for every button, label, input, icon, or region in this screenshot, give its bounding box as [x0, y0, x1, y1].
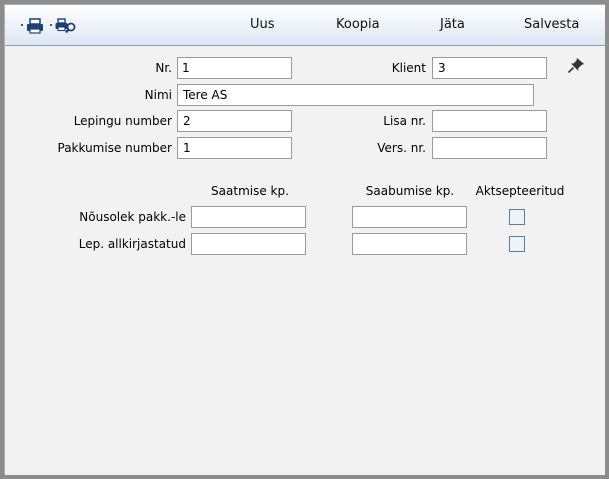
- contract-number-label: Lepingu number: [73, 114, 172, 128]
- sent-date-header: Saatmise kp.: [211, 184, 289, 198]
- accepted-header: Aktsepteeritud: [475, 184, 565, 198]
- extra-nr-field[interactable]: [432, 110, 547, 132]
- printer-icon[interactable]: [26, 18, 44, 37]
- offer-consent-label: Nõusolek pakk.-le: [79, 210, 186, 224]
- contract-signed-accepted-checkbox[interactable]: [509, 236, 525, 252]
- nr-field[interactable]: [177, 57, 292, 79]
- toolbar-dot: [21, 24, 23, 26]
- contract-number-field[interactable]: [177, 110, 292, 132]
- client-field[interactable]: [432, 57, 547, 79]
- save-button[interactable]: Salvesta: [524, 5, 579, 45]
- offer-consent-sent-field[interactable]: [191, 206, 306, 228]
- extra-nr-label: Lisa nr.: [383, 114, 426, 128]
- new-button[interactable]: Uus: [250, 5, 275, 45]
- client-label: Klient: [391, 61, 426, 75]
- offer-consent-received-field[interactable]: [352, 206, 467, 228]
- toolbar: Uus Koopia Jäta Salvesta: [5, 5, 605, 46]
- copy-button[interactable]: Koopia: [336, 5, 380, 45]
- offer-number-field[interactable]: [177, 137, 292, 159]
- received-date-header: Saabumise kp.: [365, 184, 455, 198]
- version-nr-label: Vers. nr.: [377, 141, 426, 155]
- name-label: Nimi: [144, 88, 172, 102]
- print-preview-icon[interactable]: [55, 18, 77, 37]
- pushpin-icon[interactable]: [567, 57, 585, 76]
- contract-window: Uus Koopia Jäta Salvesta Nr. Klient Nimi…: [4, 4, 605, 475]
- toolbar-dot: [50, 24, 52, 26]
- contract-signed-received-field[interactable]: [352, 233, 467, 255]
- version-nr-field[interactable]: [432, 137, 547, 159]
- nr-label: Nr.: [155, 61, 172, 75]
- contract-signed-sent-field[interactable]: [191, 233, 306, 255]
- offer-consent-accepted-checkbox[interactable]: [509, 209, 525, 225]
- offer-number-label: Pakkumise number: [57, 141, 173, 155]
- contract-signed-label: Lep. allkirjastatud: [78, 237, 186, 251]
- discard-button[interactable]: Jäta: [440, 5, 465, 45]
- name-field[interactable]: [177, 84, 534, 106]
